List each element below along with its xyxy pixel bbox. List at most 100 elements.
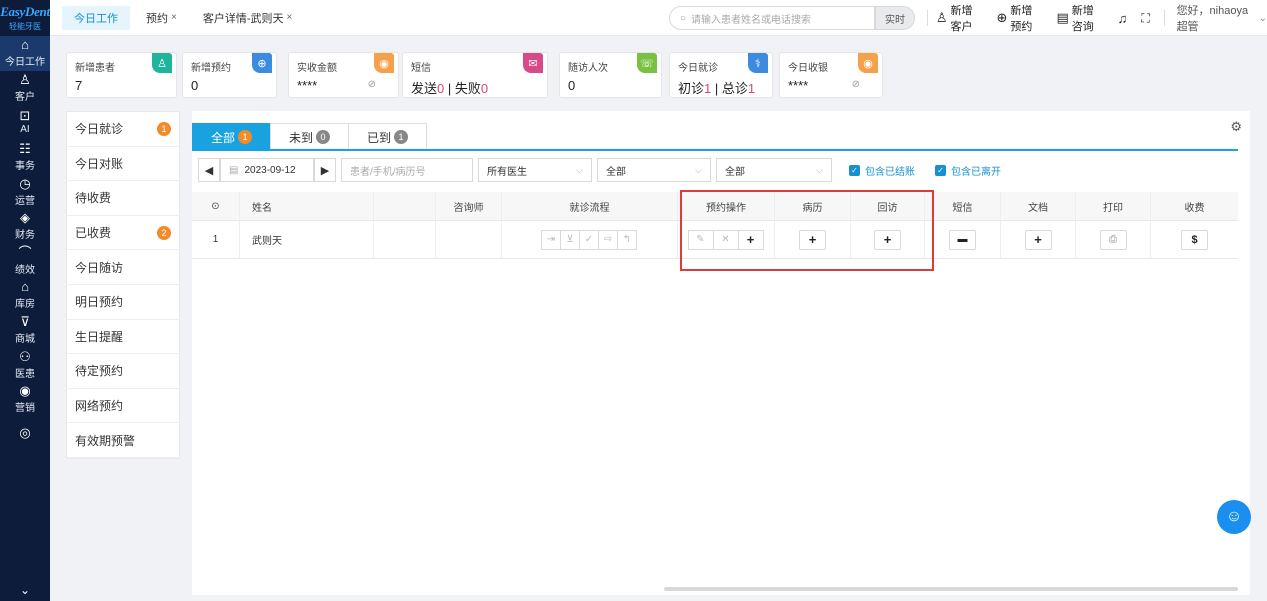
gear-icon[interactable]: ⚙ [1230, 119, 1242, 135]
stat-card[interactable]: 今日收银 **** ◉ ⊘ [779, 52, 883, 98]
sidebar-item-6[interactable]: ⌒ 绩效 [0, 244, 50, 279]
chevron-down-icon: ⌵ [695, 164, 702, 175]
realtime-search-button[interactable]: 实时 [875, 6, 915, 30]
patient-name[interactable]: 武则天 [240, 221, 374, 258]
close-icon[interactable]: × [171, 12, 177, 23]
worklist-item-label: 今日就诊 [75, 122, 124, 137]
close-icon[interactable]: × [287, 12, 293, 23]
divider [1163, 10, 1165, 26]
sidebar-item-0[interactable]: ⌂ 今日工作 [0, 36, 50, 71]
stat-card[interactable]: 实收金额 **** ◉ ⊘ [288, 52, 399, 98]
assistant-avatar-icon[interactable]: ☺ [1217, 500, 1251, 534]
worklist-item-1[interactable]: 今日对账 [67, 147, 179, 182]
tab-underline [192, 149, 1238, 151]
sidebar-item-8[interactable]: ⊽ 商城 [0, 313, 50, 348]
eye-off-icon[interactable]: ⊘ [368, 79, 376, 90]
worklist-item-5[interactable]: 明日预约 [67, 285, 179, 320]
triage-icon[interactable]: ⊻ [560, 229, 580, 250]
filter-tab-label: 已到 [367, 130, 392, 145]
filter-tab-1[interactable]: 未到 0 [270, 123, 350, 150]
sidebar-item-9[interactable]: ⚇ 医患 [0, 347, 50, 382]
fullscreen-icon[interactable]: ⛶ [1141, 11, 1149, 26]
include-left-checkbox[interactable]: ✓ 包含已离开 [935, 163, 1001, 178]
leave-icon[interactable]: ⇨ [598, 229, 618, 250]
dollar-icon[interactable]: $ [1181, 229, 1208, 250]
worklist-item-3[interactable]: 已收费 2 [67, 216, 179, 251]
sidebar-item-5[interactable]: ◈ 财务 [0, 209, 50, 244]
status-select[interactable]: 全部 ⌵ [597, 158, 711, 182]
col-spacer [374, 192, 436, 220]
doctor-select[interactable]: 所有医生 ⌵ [478, 158, 592, 182]
sidebar-item-label: 绩效 [15, 264, 35, 276]
worklist-item-9[interactable]: 有效期预警 [67, 423, 179, 458]
check-in-icon[interactable]: ⇥ [541, 229, 561, 250]
date-picker[interactable]: ▤ 2023-09-12 [220, 158, 314, 182]
stat-badge-icon: ☏ [637, 53, 657, 73]
document-cell: + [1001, 221, 1076, 258]
bell-icon[interactable]: ♫ [1118, 11, 1128, 26]
task-icon: ☷ [19, 141, 31, 157]
tab-2[interactable]: 客户详情-武则天 × [193, 6, 303, 30]
top-action-0[interactable]: ♙ 新增客户 [936, 2, 983, 34]
sidebar-item-10[interactable]: ◉ 营销 [0, 382, 50, 417]
prev-date-button[interactable]: ◀ [198, 158, 220, 182]
top-action-2[interactable]: ▤ 新增咨询 [1056, 2, 1103, 34]
stat-card[interactable]: 短信 发送0 | 失败0 ✉ [402, 52, 548, 98]
undo-icon[interactable]: ↰ [617, 229, 637, 250]
filter-tab-0[interactable]: 全部 1 [192, 123, 272, 150]
patient-search-input[interactable]: ○ 请输入患者姓名或电话搜索 [669, 6, 875, 30]
clock-icon: ◷ [19, 175, 31, 191]
user-icon: ♙ [19, 71, 31, 87]
stat-card[interactable]: 随访人次 0 ☏ [559, 52, 662, 98]
col-print: 打印 [1076, 192, 1151, 220]
worklist-item-8[interactable]: 网络预约 [67, 389, 179, 424]
top-action-label: 新增预约 [1010, 5, 1033, 33]
worklist-item-2[interactable]: 待收费 [67, 181, 179, 216]
horizontal-scrollbar[interactable] [664, 587, 1238, 591]
sidebar-item-7[interactable]: ⌂ 库房 [0, 278, 50, 313]
sidebar-item-2[interactable]: ⊡ AI [0, 105, 50, 140]
sidebar-item-1[interactable]: ♙ 客户 [0, 71, 50, 106]
include-settled-checkbox[interactable]: ✓ 包含已结账 [849, 163, 915, 178]
tab-0[interactable]: 今日工作 [62, 5, 130, 30]
worklist-item-6[interactable]: 生日提醒 [67, 320, 179, 355]
counselor-value [436, 221, 502, 258]
stat-card[interactable]: 今日就诊 初诊1 | 总诊1 ⚕ [669, 52, 773, 98]
check-icon: ✓ [935, 164, 946, 176]
stat-value: 发送0 | 失败0 [411, 78, 539, 97]
stat-card[interactable]: 新增患者 7 ♙ [66, 52, 177, 98]
sidebar-item-11[interactable]: ◎ [0, 417, 50, 452]
confirm-icon[interactable]: ✓ [579, 229, 599, 250]
sidebar-expand-button[interactable]: ⌄ [0, 579, 50, 601]
worklist-item-4[interactable]: 今日随访 [67, 250, 179, 285]
type-select[interactable]: 全部 ⌵ [716, 158, 832, 182]
top-action-1[interactable]: ⊕ 新增预约 [996, 2, 1042, 34]
worklist-item-0[interactable]: 今日就诊 1 [67, 112, 179, 147]
user-greeting[interactable]: 您好，nihaoya超管 [1177, 2, 1255, 34]
print-icon[interactable]: ⎙ [1099, 229, 1127, 250]
stat-value-part: 0 [480, 81, 489, 96]
filter-tab-2[interactable]: 已到 1 [348, 123, 428, 150]
column-settings-icon[interactable]: ⊙ [192, 192, 240, 220]
filter-tab-count: 1 [238, 130, 253, 144]
worklist-nav: 今日就诊 1 今日对账待收费已收费 2 今日随访明日预约生日提醒 待定预约 网络预约有效期预… [66, 111, 180, 459]
include-settled-label: 包含已结账 [865, 166, 915, 178]
add-document-icon[interactable]: + [1024, 229, 1052, 250]
worklist-item-label: 有效期预警 [75, 433, 136, 448]
worklist-item-label: 明日预约 [75, 295, 124, 310]
stat-card[interactable]: 新增预约 0 ⊕ [182, 52, 277, 98]
doctor-icon: ⚇ [19, 348, 31, 364]
chevron-down-icon: ⌵ [816, 164, 823, 175]
tab-1[interactable]: 预约 × [136, 6, 187, 30]
worklist-item-7[interactable]: 待定预约 [67, 354, 179, 389]
message-icon[interactable]: ▬ [949, 229, 976, 250]
sidebar-item-4[interactable]: ◷ 运营 [0, 174, 50, 209]
patient-filter-input[interactable]: 患者/手机/病历号 [341, 158, 473, 182]
next-date-button[interactable]: ▶ [314, 158, 336, 182]
sidebar-item-3[interactable]: ☷ 事务 [0, 140, 50, 175]
worklist-item-label: 待收费 [75, 191, 112, 206]
eye-off-icon[interactable]: ⊘ [852, 79, 860, 90]
ai-icon: ⊡ [19, 108, 31, 124]
chevron-down-icon[interactable]: ⌄ [1259, 13, 1267, 24]
count-badge: 2 [157, 225, 171, 240]
